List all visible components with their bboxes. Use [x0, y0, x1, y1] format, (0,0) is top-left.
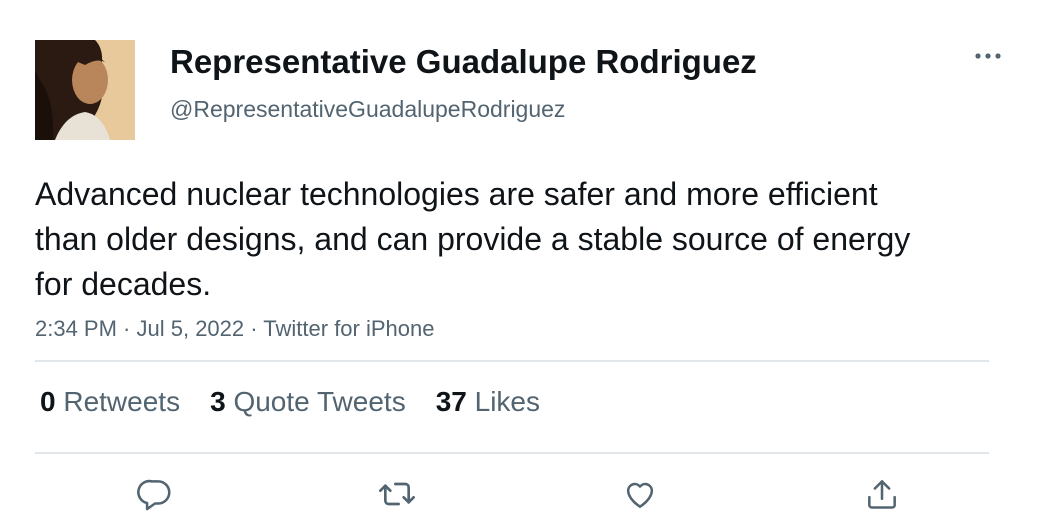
reply-button[interactable]: [135, 474, 175, 514]
avatar[interactable]: [35, 40, 135, 140]
quote-tweets-count: 3: [210, 386, 226, 417]
author-name[interactable]: Representative Guadalupe Rodriguez: [170, 43, 757, 81]
tweet-date[interactable]: Jul 5, 2022: [137, 316, 245, 341]
heart-icon: [626, 482, 654, 508]
likes-label: Likes: [474, 386, 541, 417]
like-button[interactable]: [620, 474, 660, 514]
avatar-photo: [35, 40, 135, 140]
tweet-stats: 0 Retweets 3 Quote Tweets 37 Likes: [40, 386, 570, 418]
more-icon: [975, 53, 1001, 59]
tweet-text: Advanced nuclear technologies are safer …: [35, 176, 911, 302]
quote-tweets-stat[interactable]: 3 Quote Tweets: [210, 386, 406, 418]
likes-count: 37: [435, 386, 467, 417]
meta-separator: ·: [244, 316, 264, 341]
tweet-source[interactable]: Twitter for iPhone: [263, 316, 434, 341]
divider: [35, 452, 989, 454]
tweet-time[interactable]: 2:34 PM: [35, 316, 117, 341]
retweet-button[interactable]: [377, 474, 417, 514]
tweet-card: Representative Guadalupe Rodriguez @Repr…: [0, 0, 1050, 525]
reply-icon: [137, 479, 171, 511]
retweets-label: Retweets: [63, 386, 181, 417]
retweets-stat[interactable]: 0 Retweets: [40, 386, 180, 418]
more-options-button[interactable]: [970, 40, 1006, 72]
divider: [35, 360, 989, 362]
retweet-icon: [379, 482, 415, 506]
author-handle[interactable]: @RepresentativeGuadalupeRodriguez: [170, 96, 565, 123]
share-button[interactable]: [862, 474, 902, 514]
quote-tweets-label: Quote Tweets: [233, 386, 406, 417]
meta-separator: ·: [116, 316, 137, 341]
share-icon: [868, 480, 896, 509]
retweets-count: 0: [40, 386, 56, 417]
likes-stat[interactable]: 37 Likes: [436, 386, 540, 418]
tweet-meta: 2:34 PM · Jul 5, 2022 · Twitter for iPho…: [35, 316, 434, 342]
